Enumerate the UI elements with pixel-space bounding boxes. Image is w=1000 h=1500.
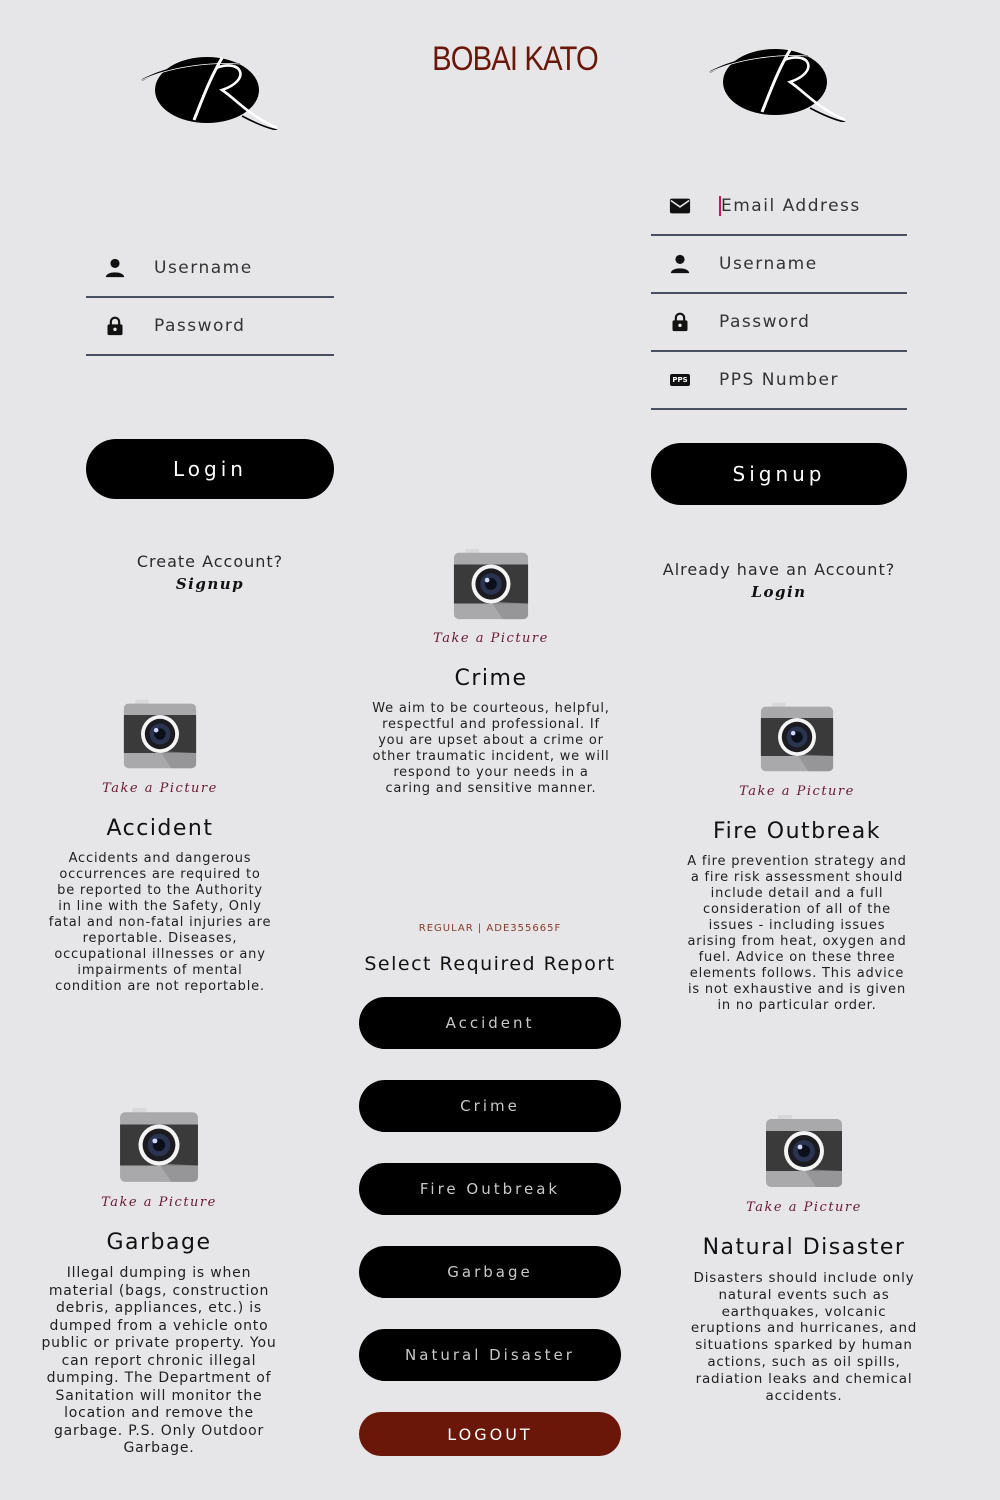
logout-button[interactable]: LOGOUT bbox=[359, 1412, 621, 1456]
pps-icon-text: PPS bbox=[670, 374, 690, 386]
login-button[interactable]: Login bbox=[86, 439, 334, 499]
signup-form: PPS bbox=[651, 178, 907, 410]
card-title: Fire Outbreak bbox=[713, 819, 881, 844]
camera-icon[interactable] bbox=[759, 698, 835, 776]
envelope-icon bbox=[667, 193, 693, 219]
signup-link[interactable]: Signup bbox=[86, 575, 334, 593]
card-title: Accident bbox=[106, 816, 214, 841]
lock-icon bbox=[667, 309, 693, 335]
signup-username-input[interactable] bbox=[719, 254, 899, 274]
already-account-prompt: Already have an Account? Login bbox=[651, 560, 907, 601]
logo-right bbox=[700, 42, 850, 122]
login-link[interactable]: Login bbox=[651, 583, 907, 601]
take-picture-link[interactable]: Take a Picture bbox=[34, 1195, 284, 1210]
password-field[interactable] bbox=[86, 298, 334, 356]
report-garbage-button[interactable]: Garbage bbox=[359, 1246, 621, 1298]
take-picture-link[interactable]: Take a Picture bbox=[690, 1200, 918, 1215]
pps-card-icon: PPS bbox=[667, 367, 693, 393]
login-form bbox=[86, 240, 334, 356]
fire-outbreak-card: Take a Picture Fire Outbreak A fire prev… bbox=[684, 698, 910, 1014]
email-field[interactable] bbox=[651, 178, 907, 236]
card-title: Natural Disaster bbox=[702, 1235, 906, 1260]
report-crime-button[interactable]: Crime bbox=[359, 1080, 621, 1132]
card-description: A fire prevention strategy and a fire ri… bbox=[687, 854, 907, 1013]
create-account-text: Create Account? bbox=[136, 552, 284, 571]
card-description: We aim to be courteous, helpful, respect… bbox=[372, 701, 610, 796]
report-accident-button[interactable]: Accident bbox=[359, 997, 621, 1049]
user-icon bbox=[102, 255, 128, 281]
signup-username-field[interactable] bbox=[651, 236, 907, 294]
pps-field[interactable]: PPS bbox=[651, 352, 907, 410]
card-description: Disasters should include only natural ev… bbox=[690, 1270, 918, 1404]
camera-icon[interactable] bbox=[118, 1103, 200, 1187]
login-password-input[interactable] bbox=[154, 316, 334, 336]
crime-card: Take a Picture Crime We aim to be courte… bbox=[370, 545, 612, 797]
r-logo-icon bbox=[132, 50, 282, 130]
select-report-title: Select Required Report bbox=[364, 953, 616, 975]
lock-icon bbox=[102, 313, 128, 339]
signup-password-input[interactable] bbox=[719, 312, 899, 332]
camera-icon[interactable] bbox=[122, 695, 198, 773]
report-fire-outbreak-button[interactable]: Fire Outbreak bbox=[359, 1163, 621, 1215]
card-title: Garbage bbox=[106, 1230, 212, 1255]
garbage-card: Take a Picture Garbage Illegal dumping i… bbox=[34, 1103, 284, 1458]
take-picture-link[interactable]: Take a Picture bbox=[370, 631, 612, 646]
accident-card: Take a Picture Accident Accidents and da… bbox=[48, 695, 272, 995]
camera-icon[interactable] bbox=[764, 1110, 844, 1192]
signup-password-field[interactable] bbox=[651, 294, 907, 352]
take-picture-link[interactable]: Take a Picture bbox=[684, 784, 910, 799]
login-username-input[interactable] bbox=[154, 258, 334, 278]
signup-email-input[interactable] bbox=[719, 196, 899, 216]
card-title: Crime bbox=[454, 666, 528, 691]
user-meta: REGULAR | ADE355665F bbox=[418, 923, 562, 934]
report-natural-disaster-button[interactable]: Natural Disaster bbox=[359, 1329, 621, 1381]
take-picture-link[interactable]: Take a Picture bbox=[48, 781, 272, 796]
create-account-prompt: Create Account? Signup bbox=[86, 552, 334, 593]
user-icon bbox=[667, 251, 693, 277]
brand-title: BOBAI KATO bbox=[432, 40, 599, 78]
already-account-text: Already have an Account? bbox=[662, 560, 896, 579]
natural-disaster-card: Take a Picture Natural Disaster Disaster… bbox=[690, 1110, 918, 1404]
username-field[interactable] bbox=[86, 240, 334, 298]
signup-button[interactable]: Signup bbox=[651, 443, 907, 505]
card-description: Illegal dumping is when material (bags, … bbox=[41, 1265, 277, 1456]
camera-icon[interactable] bbox=[452, 545, 530, 623]
card-description: Accidents and dangerous occurrences are … bbox=[48, 851, 272, 994]
r-logo-icon bbox=[700, 42, 850, 122]
logo-left bbox=[132, 50, 282, 130]
signup-pps-input[interactable] bbox=[719, 370, 899, 390]
